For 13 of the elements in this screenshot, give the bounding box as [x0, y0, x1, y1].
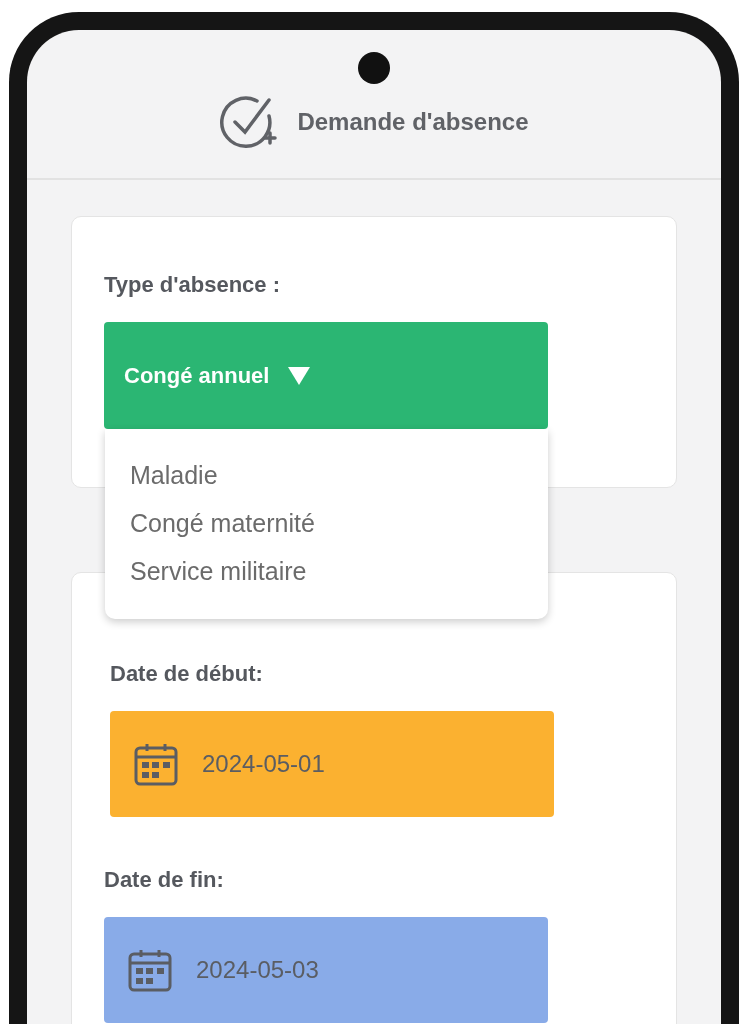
date-value: 2024-05-01 — [202, 750, 325, 778]
caret-icon — [287, 365, 312, 386]
field-label: Date de fin: — [104, 867, 225, 893]
field-label: Date de début: — [110, 661, 264, 687]
dropdown-option[interactable]: Service militaire — [105, 547, 548, 595]
date-value: 2024-05-03 — [196, 956, 319, 984]
date-field[interactable]: 2024-05-03 — [104, 917, 548, 1023]
camera-icon — [358, 52, 390, 84]
field-label: Type d'absence : — [104, 272, 281, 298]
dropdown-option[interactable]: Maladie — [105, 451, 548, 499]
page-title: Demande d'absence — [297, 108, 529, 136]
dropdown-option[interactable]: Congé maternité — [105, 499, 548, 547]
date-field[interactable]: 2024-05-01 — [110, 711, 554, 817]
